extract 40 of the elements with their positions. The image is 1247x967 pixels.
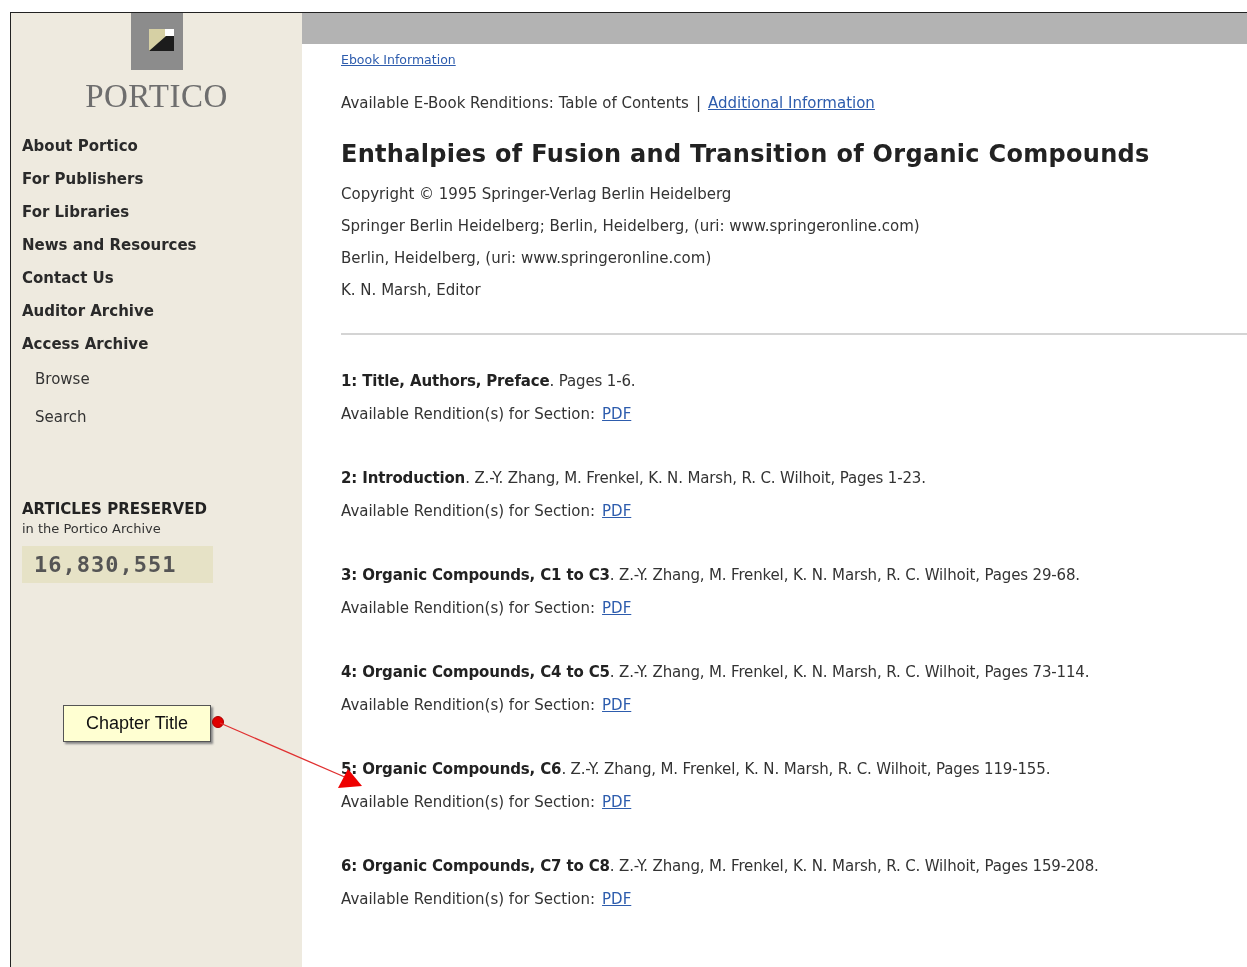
nav-link[interactable]: For Libraries	[22, 196, 130, 229]
nav-link[interactable]: For Publishers	[22, 163, 144, 196]
section-heading: 6: Organic Compounds, C7 to C8. Z.-Y. Zhang, M. Frenkel, K. N. Marsh, R. C. Wilhoit, Pages 159-208.	[341, 856, 1099, 877]
pdf-link[interactable]: PDF	[602, 592, 632, 625]
book-detail: Springer Berlin Heidelberg; Berlin, Heidelberg, (uri: www.springeronline.com)	[341, 216, 920, 237]
sub-nav-link[interactable]: Search	[22, 398, 87, 436]
article-counter: 16,830,551	[22, 546, 213, 583]
nav-link[interactable]: News and Resources	[22, 229, 197, 262]
pdf-link[interactable]: PDF	[602, 689, 632, 722]
nav-link[interactable]: About Portico	[22, 130, 138, 163]
book-title: Enthalpies of Fusion and Transition of Organic Compounds	[341, 140, 1150, 168]
section-heading: 4: Organic Compounds, C4 to C5. Z.-Y. Zhang, M. Frenkel, K. N. Marsh, R. C. Wilhoit, Pages 73-114.	[341, 662, 1090, 683]
renditions-label: Available E-Book Renditions: Table of Contents	[341, 94, 689, 112]
book-detail: Berlin, Heidelberg, (uri: www.springeronline.com)	[341, 248, 712, 269]
rendition-label: Available Rendition(s) for Section:	[341, 598, 596, 619]
ebook-info-link[interactable]: Ebook Information	[341, 52, 456, 67]
book-detail: K. N. Marsh, Editor	[341, 280, 481, 301]
additional-info-link[interactable]: Additional Information	[708, 94, 875, 112]
separator: |	[695, 94, 701, 112]
pdf-link[interactable]: PDF	[602, 883, 632, 916]
callout-label: Chapter Title	[63, 705, 212, 742]
rendition-label: Available Rendition(s) for Section:	[341, 889, 596, 910]
logo-wordmark: PORTICO	[84, 78, 229, 114]
counter-subheading: in the Portico Archive	[22, 521, 162, 536]
book-detail: Copyright © 1995 Springer-Verlag Berlin Heidelberg	[341, 184, 732, 205]
counter-heading: ARTICLES PRESERVED	[22, 500, 208, 518]
section-heading: 1: Title, Authors, Preface. Pages 1-6.	[341, 371, 636, 392]
rendition-label: Available Rendition(s) for Section:	[341, 695, 596, 716]
rendition-label: Available Rendition(s) for Section:	[341, 404, 596, 425]
nav-link[interactable]: Contact Us	[22, 262, 114, 295]
nav-link[interactable]: Auditor Archive	[22, 295, 154, 328]
section-heading: 3: Organic Compounds, C1 to C3. Z.-Y. Zhang, M. Frenkel, K. N. Marsh, R. C. Wilhoit, Pages 29-68.	[341, 565, 1080, 586]
pdf-link[interactable]: PDF	[602, 398, 632, 431]
nav-link[interactable]: Access Archive	[22, 328, 149, 361]
pdf-link[interactable]: PDF	[602, 495, 632, 528]
pdf-link[interactable]: PDF	[602, 786, 632, 819]
section-heading: 2: Introduction. Z.-Y. Zhang, M. Frenkel, K. N. Marsh, R. C. Wilhoit, Pages 1-23.	[341, 468, 926, 489]
sub-nav-link[interactable]: Browse	[22, 361, 90, 398]
rendition-label: Available Rendition(s) for Section:	[341, 792, 596, 813]
rendition-label: Available Rendition(s) for Section:	[341, 501, 596, 522]
